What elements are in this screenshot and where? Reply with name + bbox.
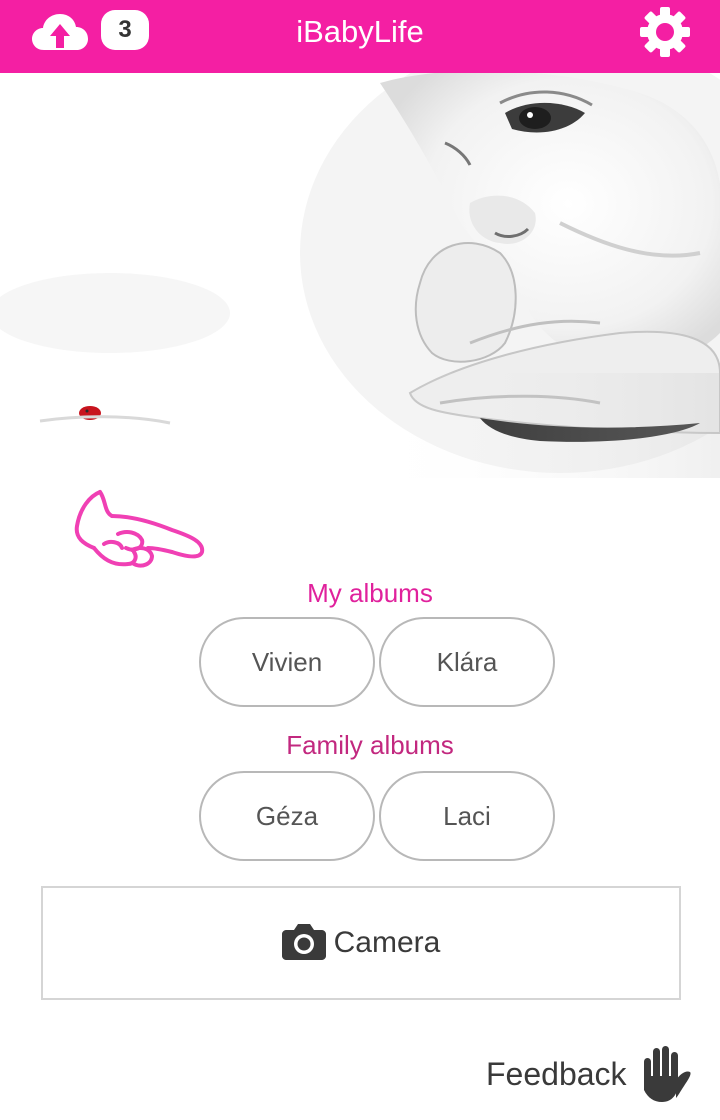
cloud-upload-icon: [32, 14, 88, 50]
hero-baby-image: [0, 73, 720, 478]
raised-hand-icon: [644, 1046, 691, 1102]
feedback-label: Feedback: [486, 1056, 627, 1092]
camera-button-content: Camera: [43, 888, 679, 998]
album-button-laci[interactable]: Laci: [379, 771, 555, 861]
upload-button[interactable]: [30, 12, 94, 60]
album-button-vivien[interactable]: Vivien: [199, 617, 375, 707]
baby-sketch-image: [0, 73, 720, 478]
my-albums-label: My albums: [307, 578, 433, 608]
settings-button[interactable]: [638, 5, 692, 59]
app-screen: 3 iBabyLife My albums Vivien Klára Famil…: [0, 0, 720, 1120]
album-button-klara[interactable]: Klára: [379, 617, 555, 707]
camera-label: Camera: [333, 926, 441, 959]
app-header: 3 iBabyLife: [0, 0, 720, 73]
upload-count-badge: 3: [101, 10, 149, 50]
pointing-hand-hint: [72, 486, 212, 576]
camera-icon: [281, 924, 326, 960]
camera-button[interactable]: Camera: [41, 886, 681, 1000]
app-title: iBabyLife: [296, 14, 424, 49]
gear-icon: [640, 7, 690, 57]
feedback-button[interactable]: Feedback: [484, 1042, 696, 1108]
family-albums-label: Family albums: [286, 730, 454, 760]
pointing-hand-icon: [74, 490, 205, 568]
album-button-geza[interactable]: Géza: [199, 771, 375, 861]
